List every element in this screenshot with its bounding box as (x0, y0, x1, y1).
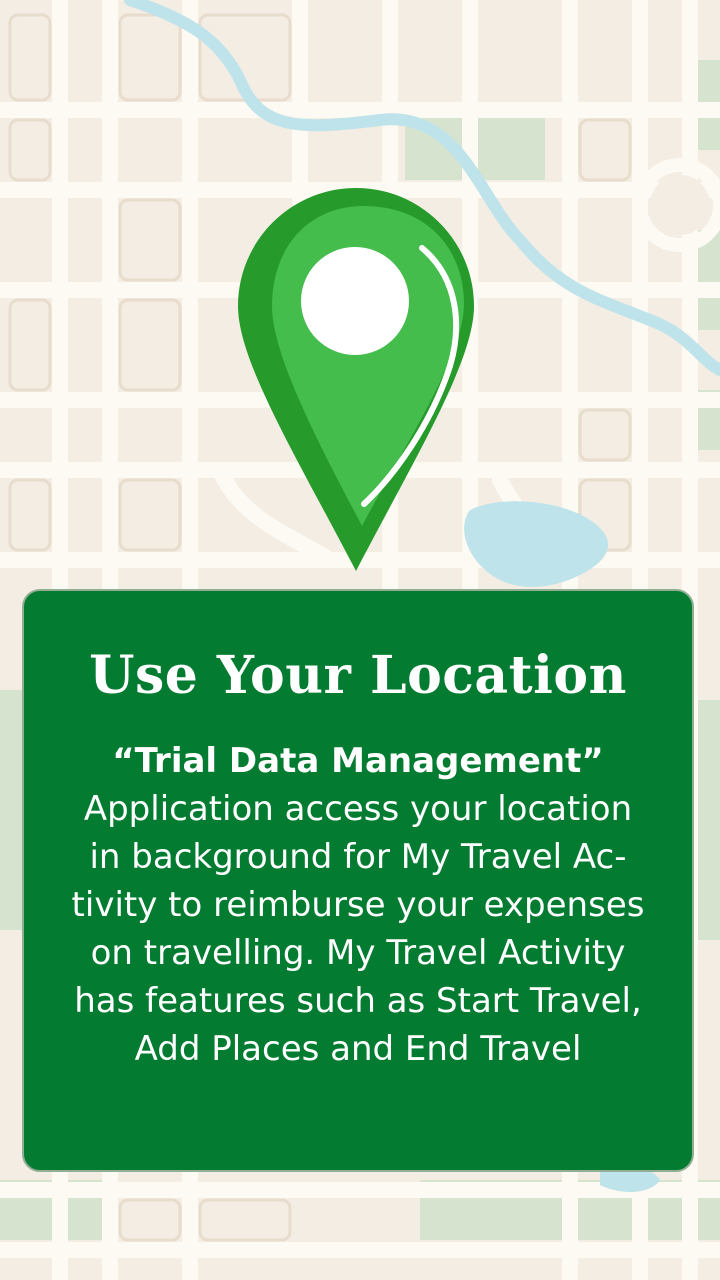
description-line: in background for My Travel Ac- (89, 837, 627, 877)
description-line: on travelling. My Travel Activity (90, 933, 626, 973)
app-name-quote: “Trial Data Management” (112, 741, 604, 781)
page-title: Use Your Location (89, 645, 627, 706)
permission-description: “Trial Data Management” Application acce… (46, 737, 670, 1073)
location-pin-icon (238, 188, 474, 571)
location-permission-card: Use Your Location “Trial Data Management… (22, 589, 694, 1172)
description-line: Application access your location (83, 789, 633, 829)
description-line: has features such as Start Travel, (74, 981, 642, 1021)
description-line: Add Places and End Travel (134, 1029, 582, 1069)
description-line: tivity to reimburse your expenses (71, 885, 645, 925)
